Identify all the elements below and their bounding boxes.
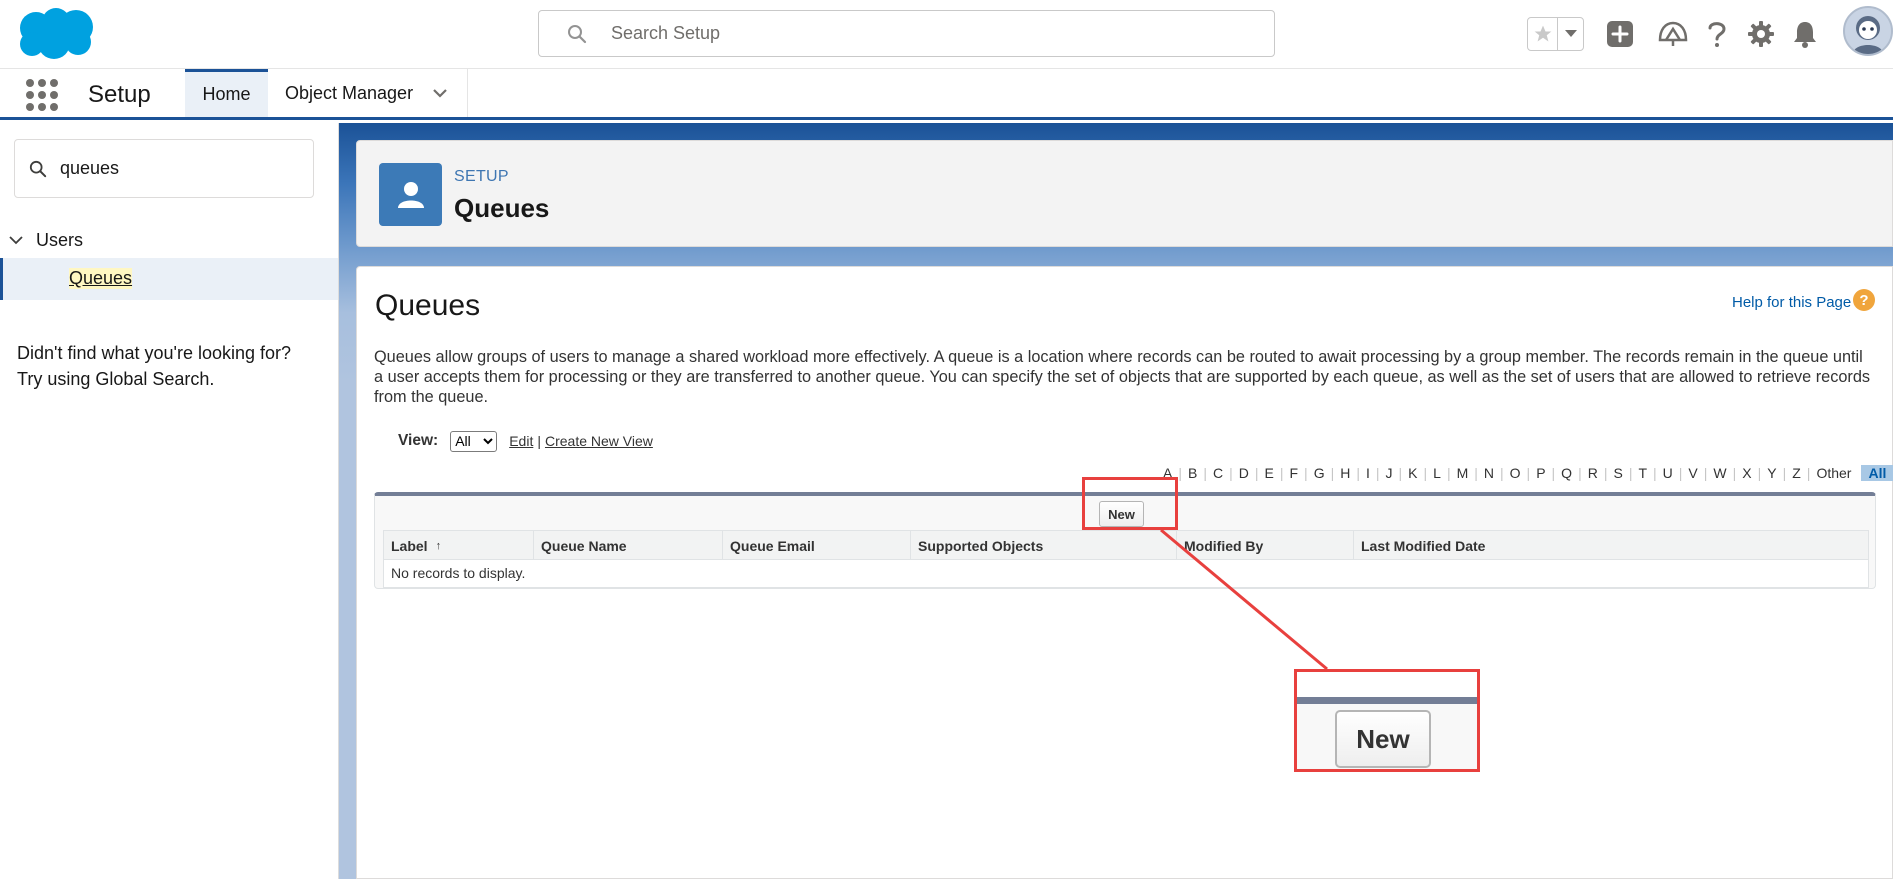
alpha-filter-i[interactable]: I	[1360, 465, 1376, 481]
zoomed-new-button-callout: New	[1294, 669, 1480, 772]
column-header-label-text: Label	[391, 537, 428, 554]
help-circle-icon[interactable]: ?	[1853, 289, 1875, 311]
bell-icon[interactable]	[1788, 17, 1822, 51]
page-eyebrow: SETUP	[454, 168, 509, 185]
view-select[interactable]: All	[450, 430, 498, 452]
tab-home[interactable]: Home	[185, 69, 268, 117]
column-header-label[interactable]: Label ↑	[384, 531, 533, 560]
table-header-row: Label ↑ Queue Name Queue Email Supported…	[384, 531, 1868, 560]
context-bar: Setup Home Object Manager	[0, 69, 1893, 120]
help-for-page-link[interactable]: Help for this Page	[1732, 294, 1851, 311]
setup-page-header: SETUP Queues	[356, 140, 1893, 247]
alpha-filter-v[interactable]: V	[1682, 465, 1703, 481]
alpha-filter-s[interactable]: S	[1607, 465, 1628, 481]
not-found-line-1: Didn't find what you're looking for?	[17, 343, 292, 363]
column-header-queue-name[interactable]: Queue Name	[533, 531, 722, 560]
search-icon	[29, 160, 47, 178]
chevron-down-icon[interactable]	[431, 84, 449, 102]
quick-find-input[interactable]	[60, 140, 300, 197]
view-selector-row: View: All Edit | Create New View	[398, 430, 653, 452]
tree-node-queues-label[interactable]: Queues	[69, 268, 133, 289]
alpha-filter-other[interactable]: Other	[1810, 465, 1857, 481]
global-search[interactable]	[538, 10, 1275, 57]
sort-ascending-icon: ↑	[435, 539, 442, 552]
alpha-filter-l[interactable]: L	[1427, 465, 1447, 481]
alpha-filter-m[interactable]: M	[1451, 465, 1475, 481]
tree-node-users-label: Users	[36, 230, 84, 250]
alpha-filter-d[interactable]: D	[1233, 465, 1255, 481]
create-new-view-link[interactable]: Create New View	[545, 433, 653, 449]
quick-find[interactable]	[14, 139, 314, 198]
alpha-filter-u[interactable]: U	[1657, 465, 1679, 481]
alpha-filter-x[interactable]: X	[1736, 465, 1757, 481]
alpha-filter-o[interactable]: O	[1504, 465, 1527, 481]
column-header-modified-by[interactable]: Modified By	[1176, 531, 1353, 560]
alpha-filter-q[interactable]: Q	[1555, 465, 1578, 481]
global-header	[0, 0, 1893, 69]
tab-object-manager-label: Object Manager	[285, 82, 414, 103]
star-icon[interactable]	[1528, 18, 1558, 50]
app-name: Setup	[88, 81, 151, 108]
alpha-filter-f[interactable]: F	[1283, 465, 1304, 481]
alpha-filter-all[interactable]: All	[1861, 465, 1893, 481]
gear-icon[interactable]	[1744, 17, 1778, 51]
add-icon[interactable]	[1603, 17, 1637, 51]
salesforce-cloud-logo[interactable]	[14, 6, 98, 62]
tree-node-users[interactable]: Users	[0, 224, 338, 258]
alpha-filter-g[interactable]: G	[1308, 465, 1331, 481]
column-header-supported-objects[interactable]: Supported Objects	[910, 531, 1176, 560]
queues-list-page: Queues Help for this Page ? Queues allow…	[356, 266, 1893, 879]
column-header-last-modified-date[interactable]: Last Modified Date	[1353, 531, 1868, 560]
edit-view-link[interactable]: Edit	[509, 433, 533, 449]
alpha-filter: A | B | C | D | E | F | G | H | I | J | K | L | M | N | O | P | Q | R | S | T |…	[1157, 463, 1893, 483]
queues-table: Label ↑ Queue Name Queue Email Supported…	[383, 530, 1869, 588]
avatar[interactable]	[1843, 6, 1893, 56]
alpha-filter-e[interactable]: E	[1259, 465, 1280, 481]
view-link-separator: |	[537, 433, 541, 449]
favorites-group	[1527, 17, 1584, 51]
alpha-filter-k[interactable]: K	[1402, 465, 1423, 481]
search-icon	[568, 25, 587, 44]
alpha-filter-t[interactable]: T	[1632, 465, 1653, 481]
highlight-box-new-button	[1082, 477, 1178, 530]
column-header-queue-email[interactable]: Queue Email	[722, 531, 910, 560]
alpha-filter-w[interactable]: W	[1707, 465, 1732, 481]
not-found-message: Didn't find what you're looking for? Try…	[17, 340, 327, 392]
user-icon	[379, 163, 442, 226]
page-description: Queues allow groups of users to manage a…	[374, 348, 1871, 406]
alpha-filter-z[interactable]: Z	[1786, 465, 1807, 481]
view-label: View:	[398, 432, 439, 449]
tree-node-queues[interactable]: Queues	[0, 258, 338, 300]
alpha-filter-p[interactable]: P	[1530, 465, 1551, 481]
chevron-down-icon[interactable]	[1558, 18, 1583, 50]
trailhead-icon[interactable]	[1656, 17, 1690, 51]
empty-table-message: No records to display.	[391, 565, 526, 581]
zoom-list-header-bar	[1297, 697, 1477, 704]
alpha-filter-r[interactable]: R	[1582, 465, 1604, 481]
alpha-filter-n[interactable]: N	[1478, 465, 1500, 481]
global-search-input[interactable]	[611, 11, 1251, 56]
zoomed-new-button: New	[1335, 710, 1431, 768]
chevron-down-icon[interactable]	[8, 232, 24, 248]
app-launcher-icon[interactable]	[26, 79, 58, 111]
help-icon[interactable]	[1700, 17, 1734, 51]
not-found-line-2: Try using Global Search.	[17, 369, 215, 389]
list-title: Queues	[375, 289, 481, 322]
setup-sidebar: Users Queues Didn't find what you're loo…	[0, 123, 339, 879]
tab-object-manager[interactable]: Object Manager	[268, 69, 468, 117]
alpha-filter-y[interactable]: Y	[1761, 465, 1782, 481]
alpha-filter-b[interactable]: B	[1182, 465, 1203, 481]
alpha-filter-c[interactable]: C	[1207, 465, 1229, 481]
alpha-filter-j[interactable]: J	[1380, 465, 1399, 481]
alpha-filter-h[interactable]: H	[1334, 465, 1356, 481]
page-title: Queues	[454, 193, 550, 223]
